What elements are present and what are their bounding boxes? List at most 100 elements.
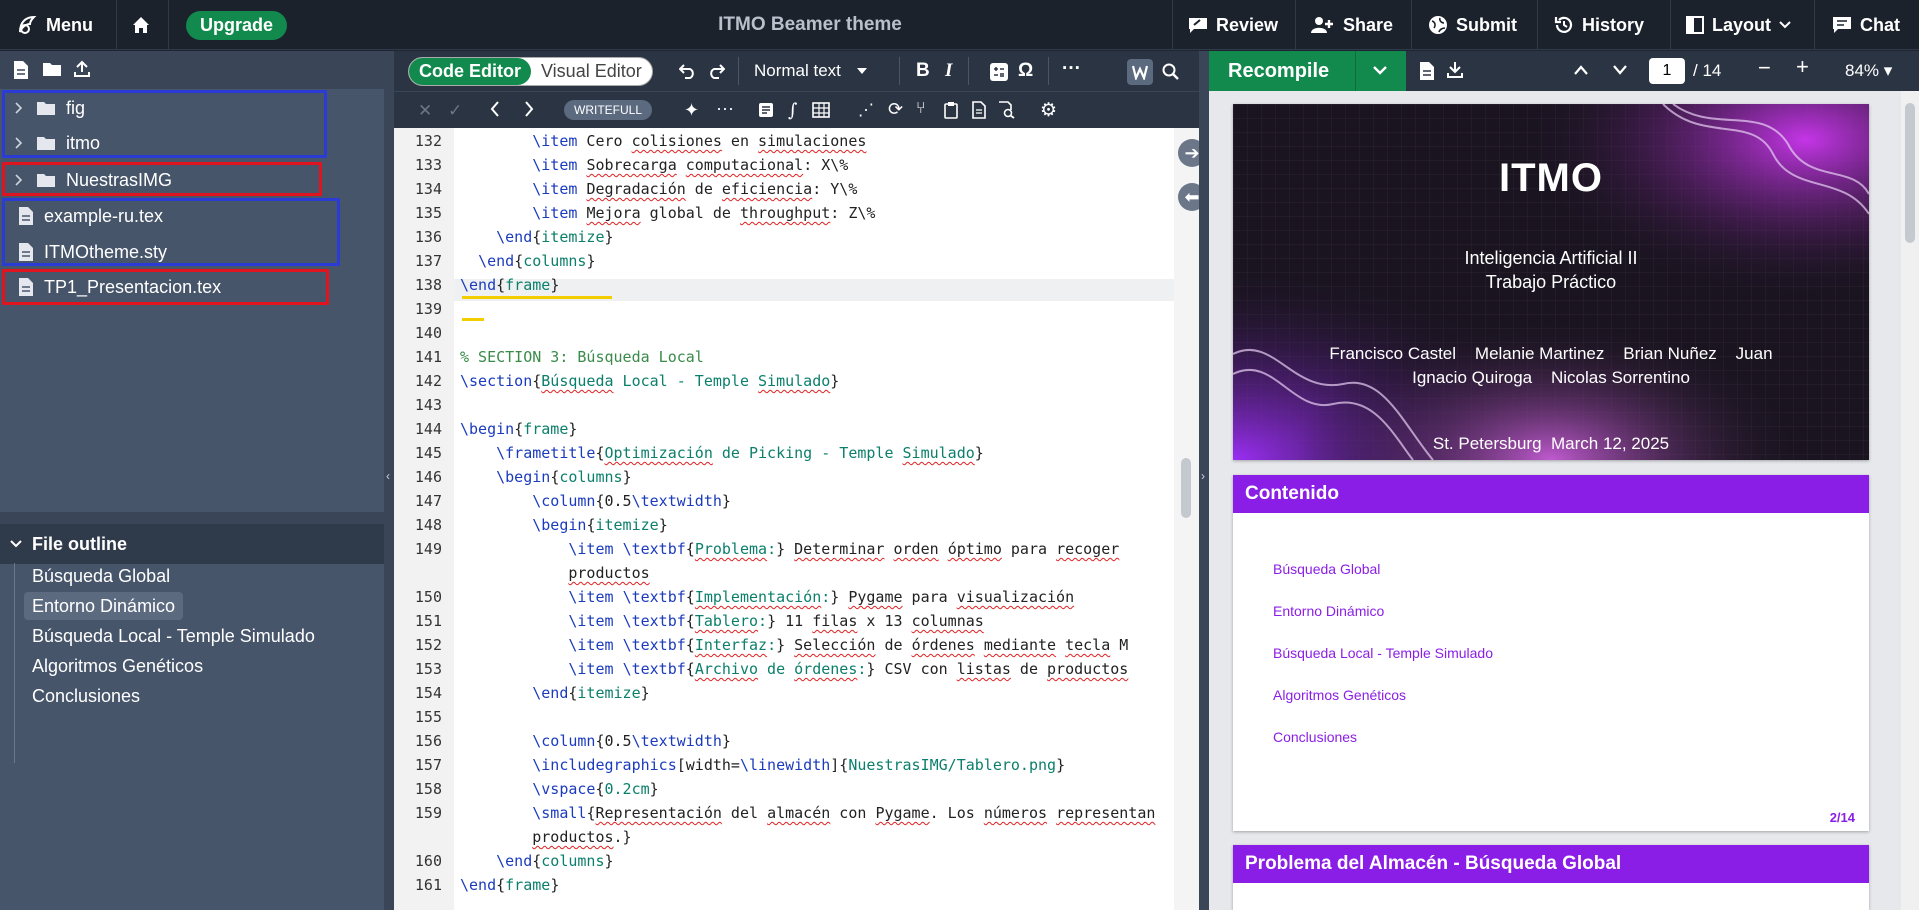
writefull-toggle-icon[interactable]	[1127, 59, 1153, 85]
left-splitter[interactable]: ‹	[384, 51, 394, 910]
outline-item[interactable]: Búsqueda Local - Temple Simulado	[24, 622, 323, 650]
chevron-left-icon[interactable]	[490, 101, 500, 117]
history-button[interactable]: History	[1554, 0, 1644, 50]
code-area[interactable]: 132 \item Cero colisiones en simulacione…	[394, 128, 1174, 910]
code-line[interactable]: \item Mejora global de throughput: Z\%	[460, 204, 875, 222]
italic-icon[interactable]: I	[945, 60, 952, 82]
pdf-scrollbar[interactable]	[1901, 91, 1919, 910]
zoom-out-icon[interactable]: −	[1758, 55, 1771, 81]
editor-scrollbar[interactable]	[1174, 128, 1199, 910]
chevron-down-icon[interactable]	[1373, 66, 1387, 76]
new-folder-icon[interactable]	[42, 60, 62, 78]
toc-item[interactable]: Entorno Dinámico	[1273, 603, 1384, 619]
scrollbar-thumb[interactable]	[1181, 458, 1191, 518]
outline-item[interactable]: Algoritmos Genéticos	[24, 652, 211, 680]
code-line[interactable]: \small{Representación del almacén con Py…	[460, 804, 1155, 822]
right-splitter[interactable]: ›	[1199, 51, 1209, 910]
bold-icon[interactable]: B	[916, 60, 930, 82]
refresh-icon[interactable]: ⟳	[888, 99, 903, 120]
code-line[interactable]: \item \textbf{Problema:} Determinar orde…	[460, 540, 1119, 558]
undo-icon[interactable]	[679, 63, 697, 79]
code-line[interactable]: \begin{itemize}	[460, 516, 667, 534]
code-line[interactable]: \frametitle{Optimización de Picking - Te…	[460, 444, 984, 462]
search-document-icon[interactable]	[998, 101, 1016, 119]
page-number-input[interactable]	[1649, 58, 1685, 84]
code-line[interactable]: \item Sobrecarga computacional: X\%	[460, 156, 848, 174]
upgrade-button[interactable]: Upgrade	[186, 11, 288, 40]
zoom-level[interactable]: 84% ▾	[1845, 61, 1892, 81]
code-line[interactable]: \end{frame}	[460, 876, 559, 894]
code-line[interactable]: \item \textbf{Archivo de órdenes:} CSV c…	[460, 660, 1128, 678]
share-button[interactable]: Share	[1311, 0, 1393, 50]
dots-line-icon[interactable]: ···	[716, 98, 734, 119]
visual-editor-tab[interactable]: Visual Editor	[531, 61, 652, 82]
menu-button[interactable]: Menu	[16, 0, 93, 50]
toc-item[interactable]: Conclusiones	[1273, 729, 1357, 745]
outline-item-selected[interactable]: Entorno Dinámico	[24, 592, 184, 620]
ai-sparkle-icon[interactable]: ✦	[684, 100, 699, 121]
chat-button[interactable]: Chat	[1832, 0, 1900, 50]
code-line[interactable]: \includegraphics[width=\linewidth]{Nuest…	[460, 756, 1065, 774]
upload-icon[interactable]	[73, 60, 91, 78]
outline-item[interactable]: Conclusiones	[24, 682, 148, 710]
code-line[interactable]: \begin{columns}	[460, 468, 631, 486]
page-up-icon[interactable]	[1574, 65, 1588, 75]
code-line[interactable]: \end{frame}	[460, 276, 559, 294]
math-icon[interactable]	[990, 63, 1008, 81]
toc-item[interactable]: Búsqueda Local - Temple Simulado	[1273, 645, 1493, 661]
check-icon[interactable]: ✓	[448, 101, 462, 121]
code-line[interactable]: \item \textbf{Tablero:} 11 filas x 13 co…	[460, 612, 983, 630]
integral-icon[interactable]: ∫	[788, 100, 797, 121]
logs-document-icon[interactable]	[1419, 61, 1435, 81]
more-options-icon[interactable]: ···	[1062, 58, 1081, 80]
table-icon[interactable]	[812, 102, 830, 118]
code-line[interactable]: \end{itemize}	[460, 228, 613, 246]
new-file-icon[interactable]	[13, 60, 29, 80]
collapse-left-icon[interactable]: ‹	[386, 469, 390, 483]
document-icon[interactable]	[972, 101, 986, 119]
toc-item[interactable]: Búsqueda Global	[1273, 561, 1380, 577]
branch-icon[interactable]: ⑂	[916, 100, 926, 118]
paraphrase-icon[interactable]: ⋰	[858, 100, 874, 120]
code-line[interactable]: \end{itemize}	[460, 684, 649, 702]
omega-symbol-icon[interactable]: Ω	[1018, 60, 1033, 82]
code-line[interactable]: \item \textbf{Interfaz:} Selección de ór…	[460, 636, 1128, 654]
text-style-select[interactable]: Normal text	[754, 51, 867, 91]
submit-button[interactable]: Submit	[1428, 0, 1517, 50]
code-editor-tab[interactable]: Code Editor	[409, 58, 531, 85]
close-icon[interactable]: ✕	[418, 101, 432, 121]
layout-button[interactable]: Layout	[1686, 0, 1791, 50]
chevron-right-icon[interactable]	[524, 101, 534, 117]
writefull-badge[interactable]: WRITEFULL	[564, 100, 653, 120]
code-line[interactable]: \end{columns}	[460, 852, 613, 870]
code-line[interactable]: \section{Búsqueda Local - Temple Simulad…	[460, 372, 839, 390]
download-icon[interactable]	[1446, 61, 1464, 79]
scrollbar-thumb[interactable]	[1905, 103, 1915, 243]
home-button[interactable]	[131, 0, 151, 50]
redo-icon[interactable]	[707, 63, 725, 79]
code-line[interactable]: \vspace{0.2cm}	[460, 780, 658, 798]
clipboard-icon[interactable]	[944, 101, 958, 119]
zoom-in-icon[interactable]: +	[1796, 54, 1809, 80]
search-icon[interactable]	[1162, 63, 1180, 81]
panel-splitter[interactable]	[0, 512, 384, 524]
code-line[interactable]: \end{columns}	[460, 252, 595, 270]
file-outline-header[interactable]: File outline	[0, 524, 384, 564]
code-line[interactable]: productos.}	[460, 828, 631, 846]
code-line[interactable]: \item Cero colisiones en simulaciones	[460, 132, 866, 150]
code-line[interactable]: \item Degradación de eficiencia: Y\%	[460, 180, 857, 198]
review-button[interactable]: Review	[1188, 0, 1278, 50]
collapse-right-icon[interactable]: ›	[1201, 469, 1205, 483]
settings-gear-icon[interactable]: ⚙	[1040, 99, 1057, 122]
code-line[interactable]: \column{0.5\textwidth}	[460, 492, 731, 510]
page-down-icon[interactable]	[1613, 65, 1627, 75]
code-line[interactable]: \item \textbf{Implementación:} Pygame pa…	[460, 588, 1074, 606]
code-line[interactable]: % SECTION 3: Búsqueda Local	[460, 348, 704, 366]
editor-mode-toggle[interactable]: Code Editor Visual Editor	[408, 57, 653, 86]
code-line[interactable]: \column{0.5\textwidth}	[460, 732, 731, 750]
code-line[interactable]: productos	[460, 564, 649, 582]
outline-item[interactable]: Búsqueda Global	[24, 562, 178, 590]
note-icon[interactable]	[758, 102, 774, 118]
code-line[interactable]: \begin{frame}	[460, 420, 577, 438]
toc-item[interactable]: Algoritmos Genéticos	[1273, 687, 1406, 703]
